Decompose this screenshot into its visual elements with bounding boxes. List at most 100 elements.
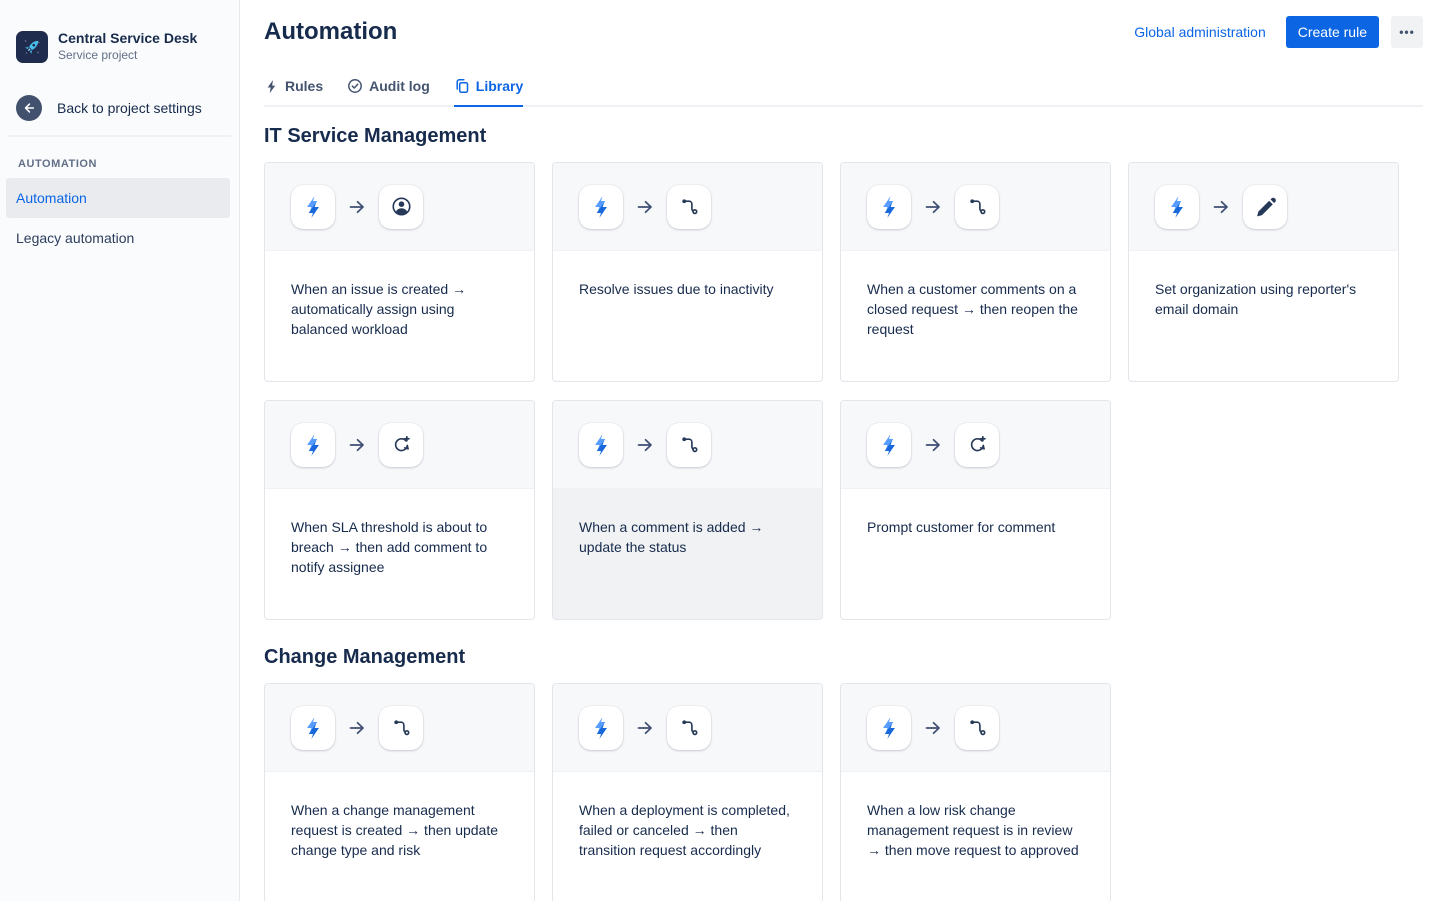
rule-card-text: When a change management request is crea… (265, 772, 534, 860)
automation-lightning-icon (1155, 185, 1199, 229)
arrow-right-icon (635, 197, 655, 217)
action-icon-tile (379, 423, 423, 467)
rule-card[interactable]: When a customer comments on a closed req… (840, 162, 1111, 382)
branch-icon (966, 195, 989, 218)
rule-card-iconbar (841, 684, 1110, 772)
rule-section: IT Service Management (264, 125, 1423, 620)
automation-lightning-icon (867, 706, 911, 750)
check-circle-icon (347, 78, 363, 94)
branch-icon (390, 716, 413, 739)
comment-add-icon (390, 433, 413, 456)
project-text: Central Service Desk Service project (58, 30, 197, 63)
rule-card[interactable]: When a deployment is completed, failed o… (552, 683, 823, 901)
automation-lightning-icon (867, 185, 911, 229)
rule-card[interactable]: When a comment is added → update the sta… (552, 400, 823, 620)
rule-card-text: Prompt customer for comment (841, 489, 1110, 537)
rule-card-text: When a customer comments on a closed req… (841, 251, 1110, 339)
card-grid: When a change management request is crea… (264, 683, 1423, 901)
arrow-right-icon (1211, 197, 1231, 217)
rule-card-text: Resolve issues due to inactivity (553, 251, 822, 299)
rule-card-text: When an issue is created → automatically… (265, 251, 534, 339)
tab-label: Rules (285, 78, 323, 94)
rule-section: Change Management (264, 646, 1423, 901)
tab-label: Audit log (369, 78, 430, 94)
automation-lightning-icon (291, 185, 335, 229)
main-content: Automation Global administration Create … (240, 0, 1447, 901)
sidebar-item-label: Automation (16, 190, 87, 206)
back-label: Back to project settings (57, 100, 202, 116)
rule-card-iconbar (841, 163, 1110, 251)
arrow-right-icon (635, 435, 655, 455)
project-name: Central Service Desk (58, 30, 197, 47)
action-icon-tile (667, 706, 711, 750)
rule-card-iconbar (841, 401, 1110, 489)
create-rule-button[interactable]: Create rule (1286, 16, 1379, 48)
sidebar-item-label: Legacy automation (16, 230, 134, 246)
card-grid: When an issue is created → automatically… (264, 162, 1423, 620)
back-to-project-settings[interactable]: Back to project settings (0, 95, 239, 121)
arrow-right-icon (635, 718, 655, 738)
pencil-icon (1254, 195, 1277, 218)
rule-card-iconbar (265, 684, 534, 772)
rule-card[interactable]: When SLA threshold is about to breach → … (264, 400, 535, 620)
comment-add-icon (966, 433, 989, 456)
arrow-right-icon (347, 718, 367, 738)
tab-bar: Rules Audit log Library (264, 78, 1423, 107)
rocket-icon (21, 36, 43, 58)
back-arrow-icon (16, 95, 42, 121)
project-type: Service project (58, 48, 197, 63)
branch-icon (678, 195, 701, 218)
tab-library[interactable]: Library (454, 78, 523, 107)
rule-card-text: When a low risk change management reques… (841, 772, 1110, 860)
person-circle-icon (390, 195, 413, 218)
rule-card-text: When a comment is added → update the sta… (553, 489, 822, 619)
global-administration-link[interactable]: Global administration (1134, 24, 1266, 40)
project-avatar (16, 31, 48, 63)
rule-card-iconbar (265, 163, 534, 251)
more-actions-button[interactable]: ••• (1391, 16, 1423, 48)
rule-card-iconbar (553, 684, 822, 772)
main-header: Automation Global administration Create … (264, 16, 1423, 48)
rule-card[interactable]: When an issue is created → automatically… (264, 162, 535, 382)
automation-lightning-icon (579, 423, 623, 467)
rule-card-iconbar (265, 401, 534, 489)
action-icon-tile (955, 185, 999, 229)
automation-lightning-icon (579, 706, 623, 750)
sidebar-item-legacy-automation[interactable]: Legacy automation (6, 218, 230, 258)
rule-card[interactable]: Set organization using reporter's email … (1128, 162, 1399, 382)
copy-icon (454, 78, 470, 94)
tab-rules[interactable]: Rules (264, 78, 323, 107)
automation-lightning-icon (291, 423, 335, 467)
arrow-right-icon (347, 435, 367, 455)
tab-label: Library (476, 78, 523, 94)
sidebar-divider (8, 135, 231, 137)
action-icon-tile (955, 706, 999, 750)
page-title: Automation (264, 18, 397, 46)
automation-lightning-icon (579, 185, 623, 229)
library-sections: IT Service Management (264, 125, 1423, 901)
action-icon-tile (955, 423, 999, 467)
section-title: Change Management (264, 646, 1423, 669)
action-icon-tile (667, 423, 711, 467)
rule-card-text: Set organization using reporter's email … (1129, 251, 1398, 319)
ellipsis-icon: ••• (1399, 25, 1415, 39)
rule-card[interactable]: Resolve issues due to inactivity (552, 162, 823, 382)
rule-card[interactable]: When a low risk change management reques… (840, 683, 1111, 901)
rule-card[interactable]: When a change management request is crea… (264, 683, 535, 901)
rule-card[interactable]: Prompt customer for comment (840, 400, 1111, 620)
tab-audit-log[interactable]: Audit log (347, 78, 430, 107)
project-header: Central Service Desk Service project (0, 0, 239, 63)
arrow-right-icon (923, 435, 943, 455)
sidebar: Central Service Desk Service project Bac… (0, 0, 240, 901)
rule-card-iconbar (553, 163, 822, 251)
branch-icon (966, 716, 989, 739)
sidebar-nav: Automation Legacy automation (0, 178, 239, 258)
section-title: IT Service Management (264, 125, 1423, 148)
action-icon-tile (379, 706, 423, 750)
sidebar-item-automation[interactable]: Automation (6, 178, 230, 218)
arrow-right-icon (923, 718, 943, 738)
header-actions: Global administration Create rule ••• (1134, 16, 1423, 48)
action-icon-tile (667, 185, 711, 229)
automation-lightning-icon (867, 423, 911, 467)
action-icon-tile (1243, 185, 1287, 229)
